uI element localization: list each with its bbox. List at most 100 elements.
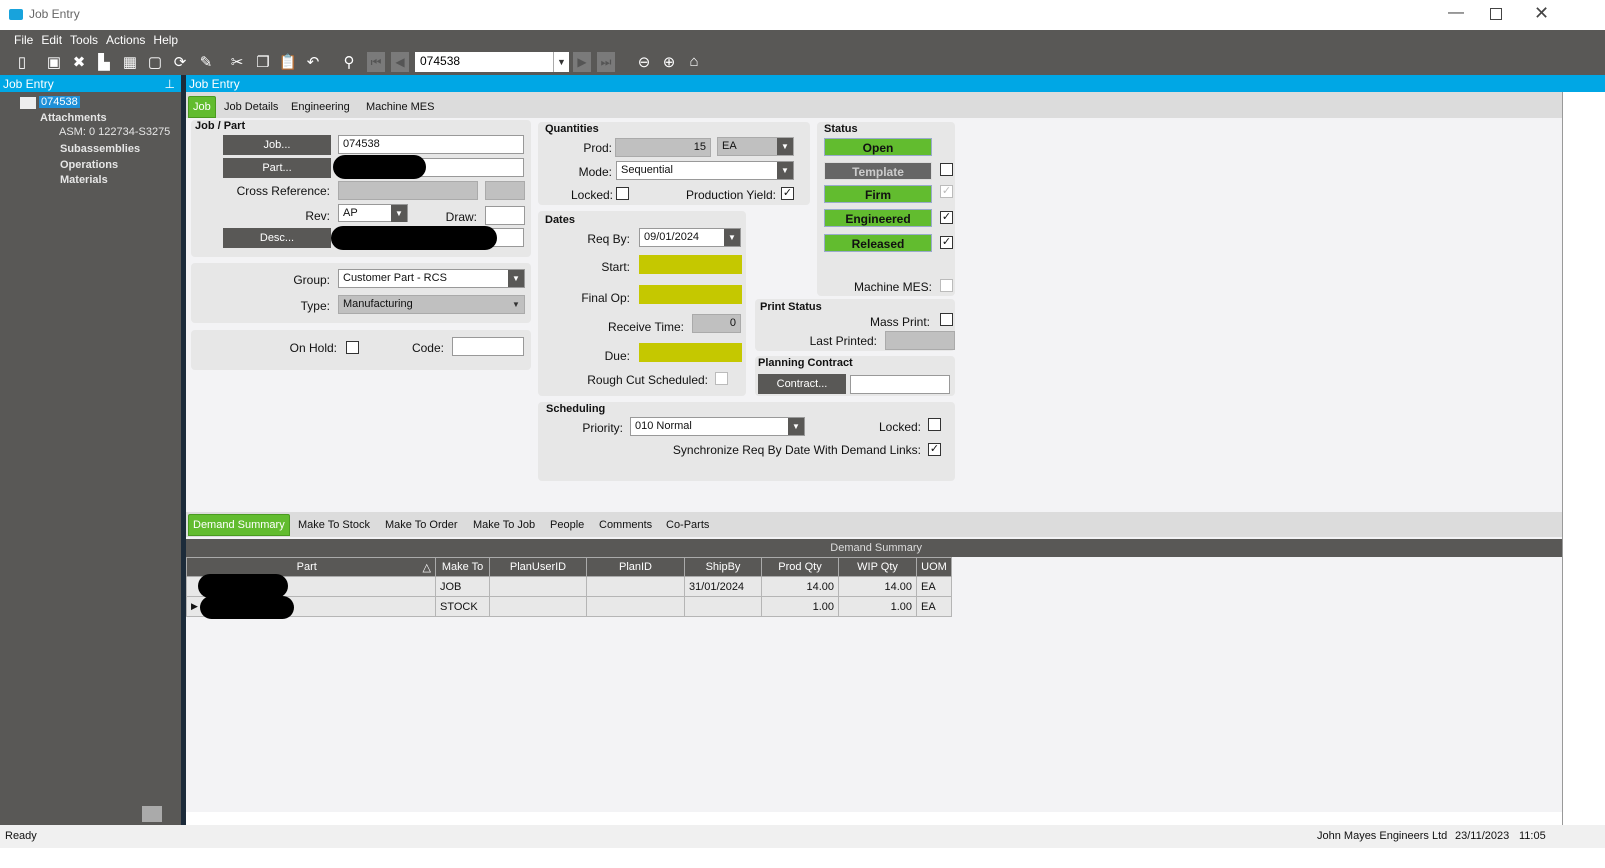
- desc-button[interactable]: Desc...: [223, 228, 331, 248]
- menu-edit[interactable]: Edit: [37, 30, 66, 47]
- group-select[interactable]: Customer Part - RCS ▼: [338, 269, 525, 288]
- menu-file[interactable]: File: [10, 30, 37, 47]
- template-checkbox[interactable]: [940, 163, 953, 176]
- tree-assembly[interactable]: ASM: 0 122734-S3275: [59, 126, 170, 138]
- mass-print-checkbox[interactable]: [940, 313, 953, 326]
- production-yield-checkbox[interactable]: ✓: [781, 187, 794, 200]
- chevron-down-icon[interactable]: ▼: [508, 296, 524, 313]
- table-row[interactable]: STOCK 1.00 1.00 EA: [186, 596, 952, 617]
- start-date[interactable]: [639, 255, 742, 274]
- chevron-down-icon[interactable]: ▼: [508, 270, 524, 287]
- released-button[interactable]: Released: [824, 234, 932, 252]
- refresh-icon[interactable]: ⟳: [170, 53, 190, 71]
- print-icon[interactable]: ▙: [94, 53, 114, 71]
- req-by-date[interactable]: 09/01/2024 ▼: [639, 228, 741, 247]
- code-input[interactable]: [452, 337, 524, 356]
- template-button[interactable]: Template: [824, 162, 932, 180]
- column-uom[interactable]: UOM: [916, 557, 952, 577]
- contract-input[interactable]: [850, 375, 950, 394]
- undo-icon[interactable]: ↶: [303, 53, 323, 71]
- copy-icon[interactable]: ❐: [253, 53, 273, 71]
- contract-button[interactable]: Contract...: [758, 374, 846, 394]
- column-make-to[interactable]: Make To: [435, 557, 490, 577]
- priority-select[interactable]: 010 Normal ▼: [630, 417, 805, 436]
- back-icon[interactable]: ⊖: [634, 53, 654, 71]
- menu-help[interactable]: Help: [149, 30, 182, 47]
- tree-attachments[interactable]: Attachments: [40, 112, 107, 124]
- cut-icon[interactable]: ✂: [227, 53, 247, 71]
- chevron-down-icon[interactable]: ▼: [553, 52, 569, 72]
- chevron-down-icon[interactable]: ▼: [788, 418, 804, 435]
- tree-subassemblies[interactable]: Subassemblies: [60, 143, 140, 155]
- menu-tools[interactable]: Tools: [66, 30, 102, 47]
- job-input[interactable]: 074538: [338, 135, 524, 154]
- home-icon[interactable]: ⌂: [684, 53, 704, 70]
- tab-co-parts[interactable]: Co-Parts: [666, 519, 709, 531]
- next-record-button[interactable]: ▶: [573, 52, 591, 72]
- tab-make-to-stock[interactable]: Make To Stock: [298, 519, 370, 531]
- engineered-checkbox[interactable]: ✓: [940, 211, 953, 224]
- on-hold-checkbox[interactable]: [346, 341, 359, 354]
- final-op-date[interactable]: [639, 285, 742, 304]
- last-record-button[interactable]: ⏭: [597, 52, 615, 72]
- save-icon[interactable]: ▣: [44, 53, 64, 71]
- maximize-button[interactable]: [1490, 8, 1502, 20]
- type-select[interactable]: Manufacturing ▼: [338, 295, 525, 314]
- tab-demand-summary[interactable]: Demand Summary: [188, 514, 290, 536]
- first-record-button[interactable]: ⏮: [367, 52, 385, 72]
- rev-select[interactable]: AP ▼: [338, 204, 408, 222]
- column-ship-by[interactable]: ShipBy: [684, 557, 762, 577]
- code-label: Code:: [411, 341, 444, 355]
- engineered-button[interactable]: Engineered: [824, 209, 932, 227]
- column-prod-qty[interactable]: Prod Qty: [761, 557, 839, 577]
- chevron-down-icon[interactable]: ▼: [777, 162, 793, 179]
- menu-actions[interactable]: Actions: [102, 30, 149, 47]
- horizontal-scrollbar[interactable]: [142, 806, 162, 822]
- tab-job[interactable]: Job: [188, 96, 216, 118]
- search-icon[interactable]: ⚲: [339, 53, 359, 71]
- pin-icon[interactable]: ⊥: [165, 77, 175, 91]
- new-icon[interactable]: ▯: [12, 53, 32, 71]
- sync-req-by-checkbox[interactable]: ✓: [928, 443, 941, 456]
- paste-icon[interactable]: 📋: [278, 53, 298, 71]
- calendar-dropdown-icon[interactable]: ▼: [724, 229, 740, 246]
- main-panel-header: Job Entry: [186, 75, 1605, 92]
- tab-job-details[interactable]: Job Details: [224, 101, 278, 113]
- column-plan-user-id[interactable]: PlanUserID: [489, 557, 587, 577]
- tree-root[interactable]: 074538: [39, 96, 80, 108]
- close-button[interactable]: ✕: [1534, 3, 1549, 24]
- released-checkbox[interactable]: ✓: [940, 236, 953, 249]
- tab-engineering[interactable]: Engineering: [291, 101, 350, 113]
- table-row[interactable]: JOB 31/01/2024 14.00 14.00 EA: [186, 576, 952, 597]
- column-plan-id[interactable]: PlanID: [586, 557, 685, 577]
- mode-select[interactable]: Sequential ▼: [616, 161, 794, 180]
- print-status-title: Print Status: [760, 301, 822, 313]
- tab-people[interactable]: People: [550, 519, 584, 531]
- draw-input[interactable]: [485, 206, 525, 225]
- tree-materials[interactable]: Materials: [60, 174, 108, 186]
- clear-icon[interactable]: ✎: [196, 53, 216, 71]
- job-number-combo[interactable]: 074538 ▼: [415, 52, 569, 72]
- tab-comments[interactable]: Comments: [599, 519, 652, 531]
- job-button[interactable]: Job...: [223, 135, 331, 155]
- grid-icon[interactable]: ▦: [120, 53, 140, 71]
- previous-record-button[interactable]: ◀: [391, 52, 409, 72]
- delete-icon[interactable]: ✖: [69, 53, 89, 71]
- column-wip-qty[interactable]: WIP Qty: [838, 557, 917, 577]
- sched-locked-checkbox[interactable]: [928, 418, 941, 431]
- chevron-down-icon[interactable]: ▼: [777, 138, 793, 155]
- tab-machine-mes[interactable]: Machine MES: [366, 101, 434, 113]
- qty-locked-checkbox[interactable]: [616, 187, 629, 200]
- minimize-button[interactable]: —: [1448, 4, 1464, 22]
- part-button[interactable]: Part...: [223, 158, 331, 178]
- firm-button[interactable]: Firm: [824, 185, 932, 203]
- open-button[interactable]: Open: [824, 138, 932, 156]
- tab-make-to-job[interactable]: Make To Job: [473, 519, 535, 531]
- tree-operations[interactable]: Operations: [60, 159, 118, 171]
- note-icon[interactable]: ▢: [145, 53, 165, 71]
- uom-select[interactable]: EA ▼: [717, 137, 794, 156]
- tab-make-to-order[interactable]: Make To Order: [385, 519, 458, 531]
- forward-icon[interactable]: ⊕: [659, 53, 679, 71]
- due-date[interactable]: [639, 343, 742, 362]
- chevron-down-icon[interactable]: ▼: [391, 205, 407, 222]
